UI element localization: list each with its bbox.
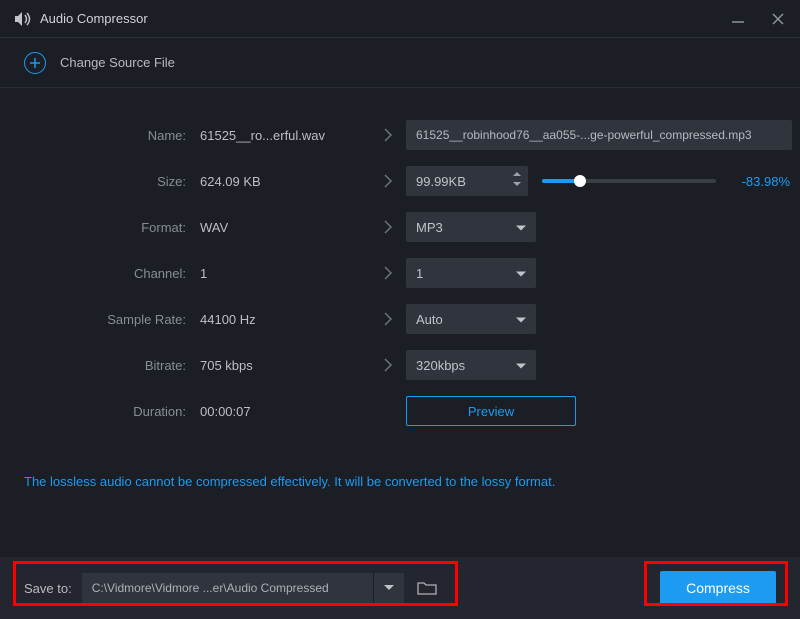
change-source-label: Change Source File	[60, 55, 175, 70]
format-dropdown[interactable]: MP3	[406, 212, 536, 242]
sample-rate-value: 44100 Hz	[200, 312, 370, 327]
stepper-down-icon[interactable]	[512, 180, 522, 188]
save-path-text: C:\Vidmore\Vidmore ...er\Audio Compresse…	[92, 581, 329, 595]
lossy-notice: The lossless audio cannot be compressed …	[0, 442, 800, 489]
window-controls	[730, 11, 786, 27]
duration-value: 00:00:07	[200, 404, 370, 419]
chevron-down-icon	[516, 266, 526, 281]
arrow-icon	[370, 358, 406, 372]
save-to-label: Save to:	[24, 581, 72, 596]
chevron-down-icon	[384, 585, 394, 591]
arrow-icon	[370, 220, 406, 234]
sample-rate-label: Sample Rate:	[24, 312, 200, 327]
row-channel: Channel: 1 1	[24, 258, 776, 288]
save-path-dropdown[interactable]	[374, 573, 404, 603]
name-label: Name:	[24, 128, 200, 143]
size-label: Size:	[24, 174, 200, 189]
output-name-text: 61525__robinhood76__aa055-...ge-powerful…	[416, 128, 752, 142]
arrow-icon	[370, 174, 406, 188]
bottom-bar: Save to: C:\Vidmore\Vidmore ...er\Audio …	[0, 557, 800, 619]
format-label: Format:	[24, 220, 200, 235]
bitrate-value: 705 kbps	[200, 358, 370, 373]
row-bitrate: Bitrate: 705 kbps 320kbps	[24, 350, 776, 380]
slider-thumb[interactable]	[574, 175, 586, 187]
preview-button-label: Preview	[468, 404, 514, 419]
channel-selected: 1	[416, 266, 423, 281]
form-area: Name: 61525__ro...erful.wav 61525__robin…	[0, 88, 800, 426]
compress-button[interactable]: Compress	[660, 571, 776, 605]
row-duration: Duration: 00:00:07 Preview	[24, 396, 776, 426]
row-size: Size: 624.09 KB 99.99KB	[24, 166, 776, 196]
sample-rate-selected: Auto	[416, 312, 443, 327]
size-slider[interactable]	[542, 179, 716, 183]
close-button[interactable]	[770, 11, 786, 27]
compress-button-label: Compress	[686, 580, 750, 596]
chevron-down-icon	[516, 312, 526, 327]
stepper-up-icon[interactable]	[512, 170, 522, 178]
arrow-icon	[370, 312, 406, 326]
title-bar: Audio Compressor	[0, 0, 800, 38]
name-value: 61525__ro...erful.wav	[200, 128, 370, 143]
channel-label: Channel:	[24, 266, 200, 281]
bitrate-dropdown[interactable]: 320kbps	[406, 350, 536, 380]
duration-label: Duration:	[24, 404, 200, 419]
sample-rate-dropdown[interactable]: Auto	[406, 304, 536, 334]
chevron-down-icon	[516, 358, 526, 373]
row-sample-rate: Sample Rate: 44100 Hz Auto	[24, 304, 776, 334]
arrow-icon	[370, 128, 406, 142]
output-name-field[interactable]: 61525__robinhood76__aa055-...ge-powerful…	[406, 120, 792, 150]
row-name: Name: 61525__ro...erful.wav 61525__robin…	[24, 120, 776, 150]
plus-circle-icon	[24, 52, 46, 74]
size-stepper[interactable]: 99.99KB	[406, 166, 528, 196]
app-logo: Audio Compressor	[14, 11, 148, 27]
minimize-button[interactable]	[730, 11, 746, 27]
preview-button[interactable]: Preview	[406, 396, 576, 426]
arrow-icon	[370, 266, 406, 280]
size-value: 624.09 KB	[200, 174, 370, 189]
chevron-down-icon	[516, 220, 526, 235]
bitrate-label: Bitrate:	[24, 358, 200, 373]
channel-value: 1	[200, 266, 370, 281]
window-title: Audio Compressor	[40, 11, 148, 26]
row-format: Format: WAV MP3	[24, 212, 776, 242]
size-stepper-value: 99.99KB	[416, 174, 466, 189]
bitrate-selected: 320kbps	[416, 358, 465, 373]
format-value: WAV	[200, 220, 370, 235]
open-folder-button[interactable]	[412, 573, 442, 603]
save-path-field[interactable]: C:\Vidmore\Vidmore ...er\Audio Compresse…	[82, 573, 374, 603]
change-source-row[interactable]: Change Source File	[0, 38, 800, 88]
size-percent: -83.98%	[742, 174, 792, 189]
folder-icon	[417, 580, 437, 596]
channel-dropdown[interactable]: 1	[406, 258, 536, 288]
audio-logo-icon	[14, 11, 32, 27]
format-selected: MP3	[416, 220, 443, 235]
